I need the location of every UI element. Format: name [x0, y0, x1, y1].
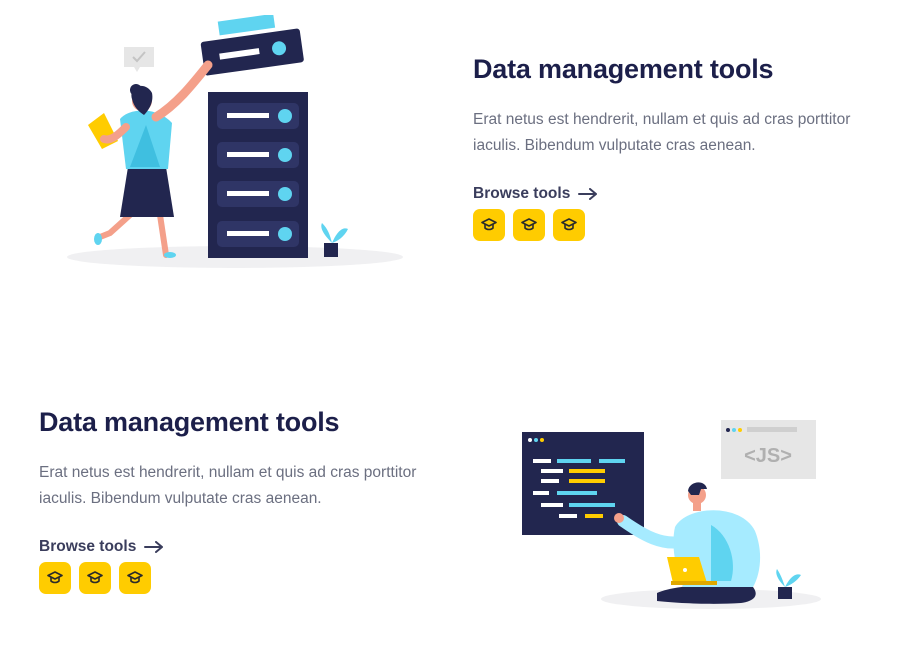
js-window-label: <JS> — [744, 445, 792, 467]
browse-tools-link[interactable]: Browse tools — [473, 185, 598, 203]
arrow-right-icon — [578, 188, 598, 200]
course-badge[interactable] — [39, 562, 71, 594]
graduation-cap-icon — [561, 218, 577, 231]
section-description: Erat netus est hendrerit, nullam et quis… — [473, 111, 851, 154]
browse-tools-link[interactable]: Browse tools — [39, 538, 164, 556]
badge-row — [39, 562, 459, 594]
browse-tools-label: Browse tools — [39, 538, 137, 555]
graduation-cap-icon — [481, 218, 497, 231]
man-coding-laptop-illustration: <JS> — [522, 420, 821, 609]
course-badge[interactable] — [79, 562, 111, 594]
course-badge[interactable] — [119, 562, 151, 594]
feature-text-2: Data management tools Erat netus est hen… — [39, 407, 459, 594]
graduation-cap-icon — [87, 571, 103, 584]
feature-text-1: Data management tools Erat netus est hen… — [473, 54, 893, 241]
section-title: Data management tools — [473, 54, 774, 84]
arrow-right-icon — [144, 541, 164, 553]
woman-server-rack-illustration — [67, 15, 403, 268]
feature-section-2: Data management tools Erat netus est hen… — [0, 330, 912, 670]
feature-section-1: Data management tools Erat netus est hen… — [0, 0, 912, 330]
section-description: Erat netus est hendrerit, nullam et quis… — [39, 464, 417, 507]
browse-tools-label: Browse tools — [473, 185, 571, 202]
graduation-cap-icon — [127, 571, 143, 584]
course-badge[interactable] — [553, 209, 585, 241]
graduation-cap-icon — [521, 218, 537, 231]
course-badge[interactable] — [513, 209, 545, 241]
course-badge[interactable] — [473, 209, 505, 241]
graduation-cap-icon — [47, 571, 63, 584]
badge-row — [473, 209, 893, 241]
section-title: Data management tools — [39, 407, 340, 437]
